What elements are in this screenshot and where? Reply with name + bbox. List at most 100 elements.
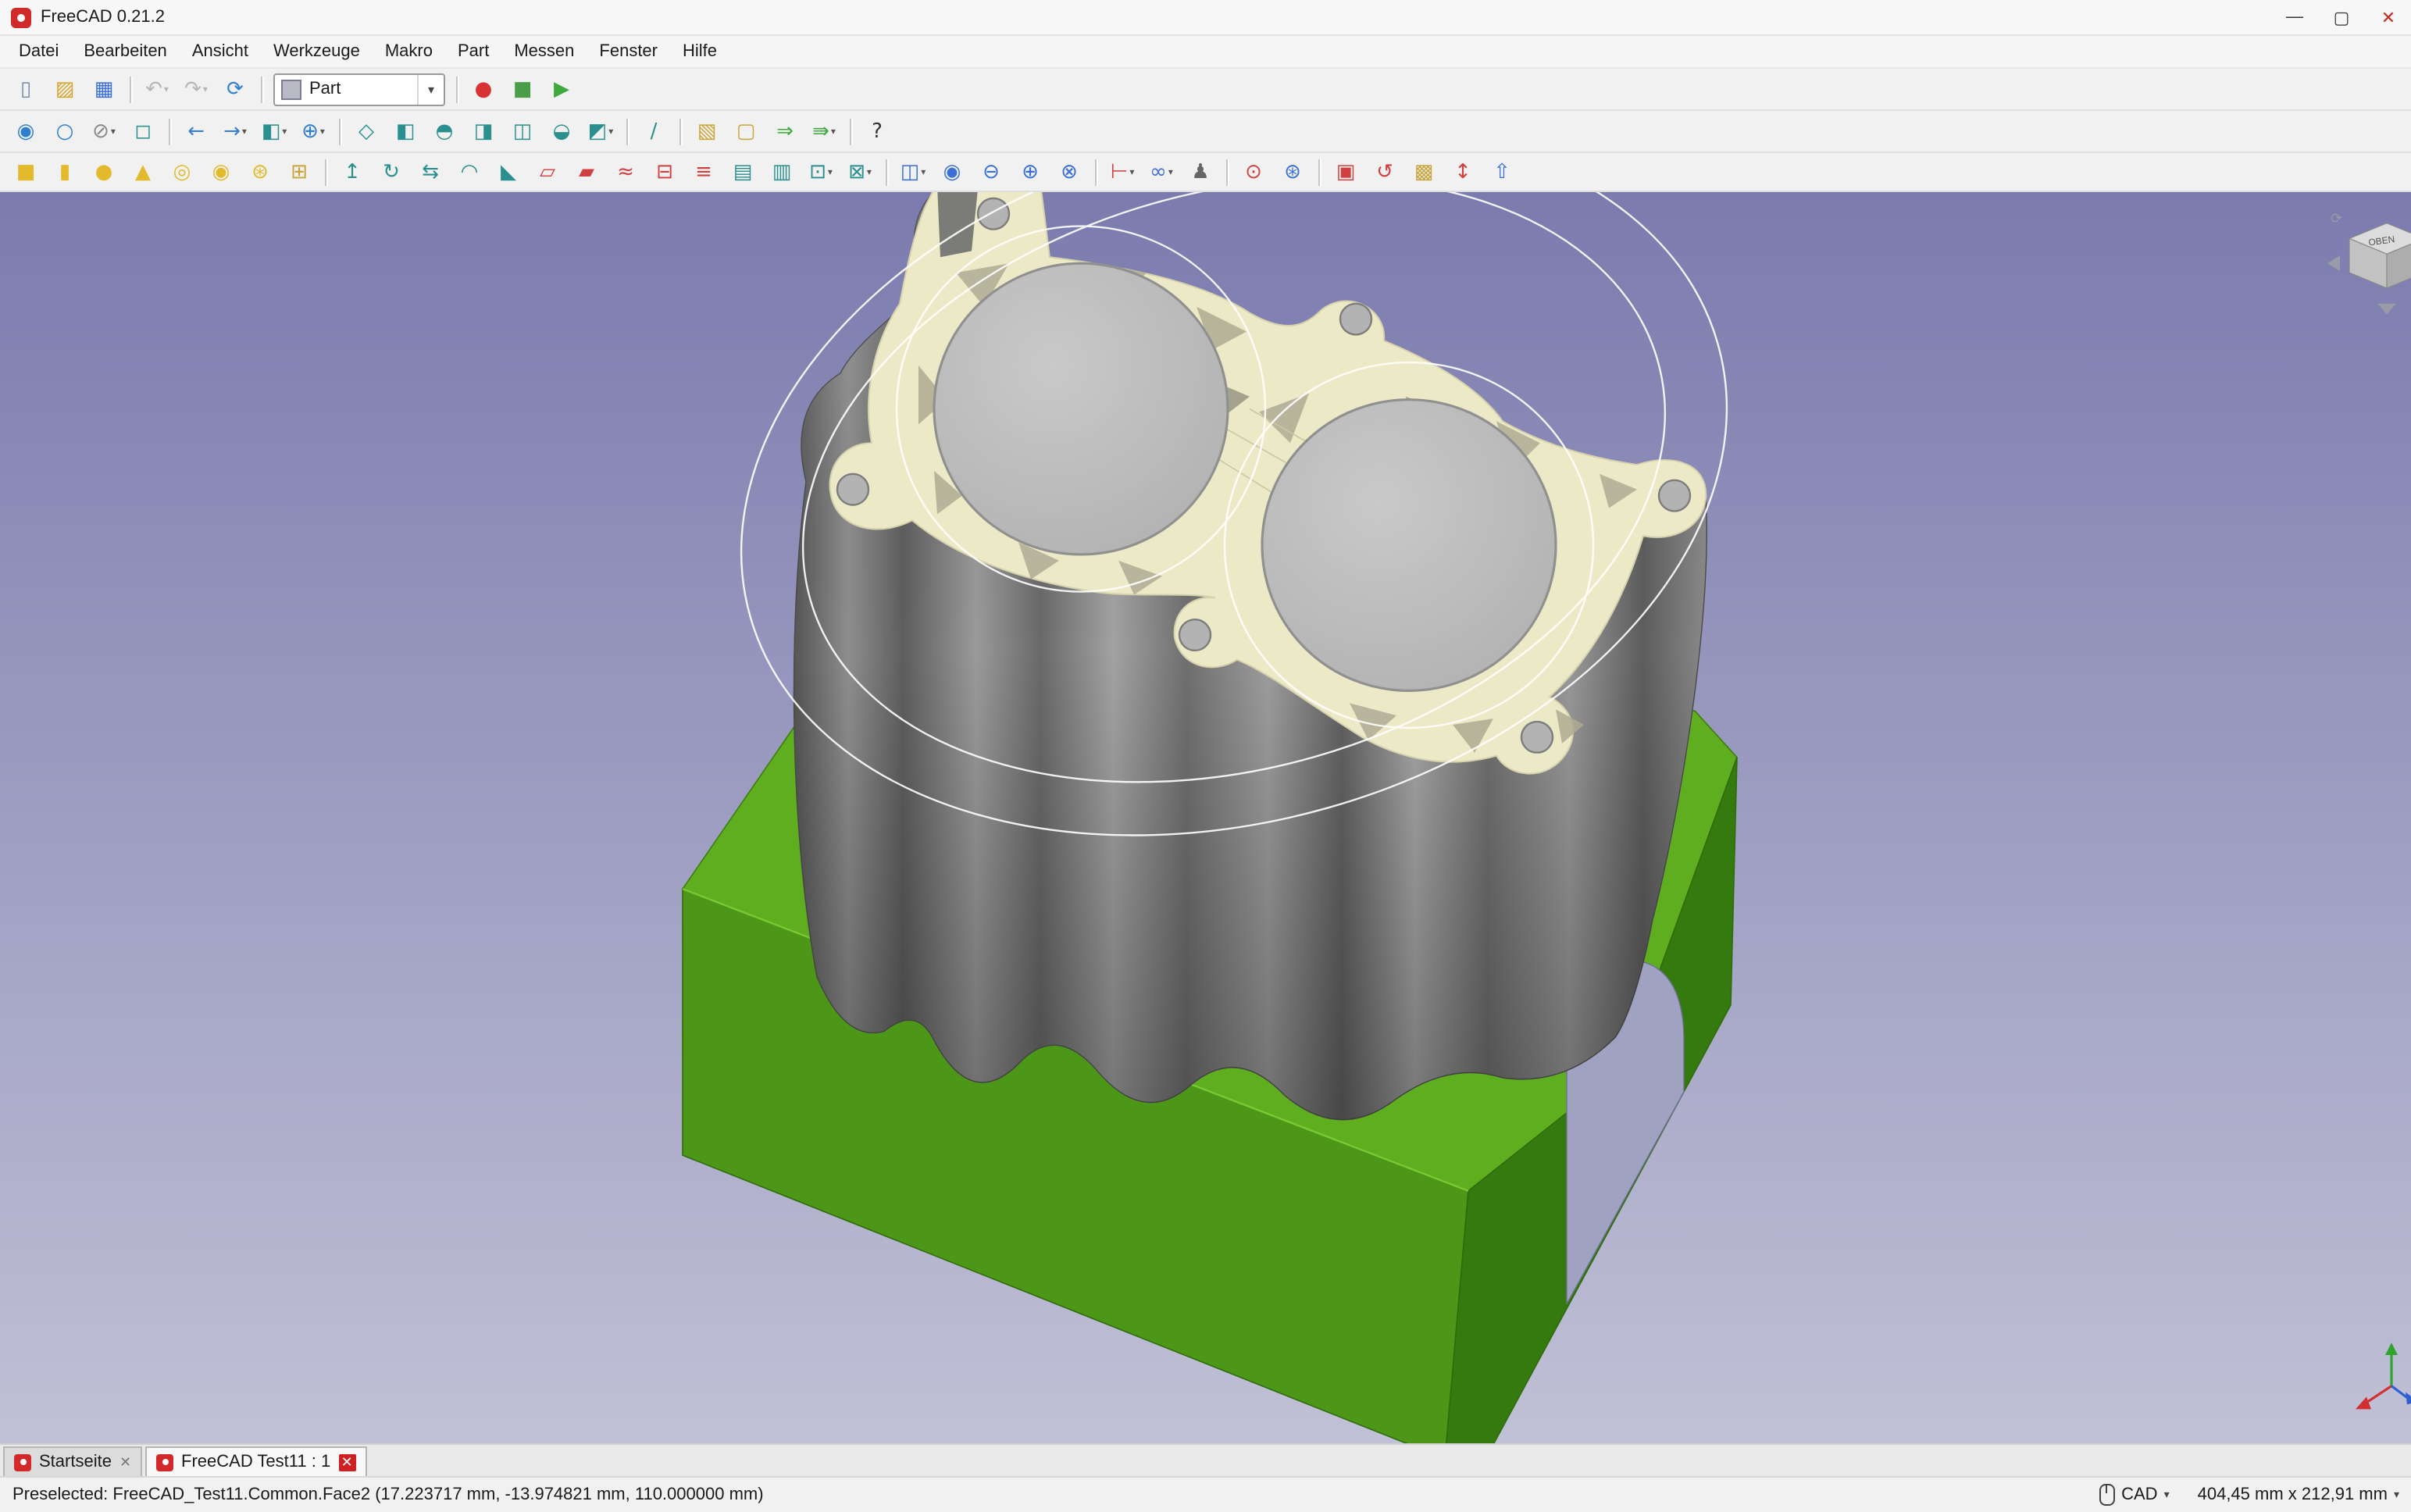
connect-objects-button[interactable]: ∞▾ bbox=[1142, 155, 1181, 188]
maximize-button[interactable]: ▢ bbox=[2318, 0, 2365, 34]
file-toolbar: ▯▨▦ ↶▾↷▾⟳ Part ▾ ●■▶ bbox=[0, 69, 2411, 111]
bounding-box-button[interactable]: ◻ bbox=[123, 115, 162, 148]
link-navigation-button[interactable]: ◧▾ bbox=[255, 115, 294, 148]
create-part-button[interactable]: ▧ bbox=[687, 115, 726, 148]
menu-ansicht[interactable]: Ansicht bbox=[180, 39, 261, 64]
nav-back-button[interactable]: ← bbox=[177, 115, 216, 148]
fillet-button[interactable]: ◠ bbox=[450, 155, 489, 188]
menu-makro[interactable]: Makro bbox=[373, 39, 445, 64]
intersection-button[interactable]: ⊗ bbox=[1050, 155, 1089, 188]
create-group-button[interactable]: ▢ bbox=[726, 115, 765, 148]
extrude-button[interactable]: ↥ bbox=[333, 155, 372, 188]
revolve-button[interactable]: ↻ bbox=[372, 155, 411, 188]
migrate-shape-button[interactable]: ⇧ bbox=[1482, 155, 1521, 188]
title-bar: FreeCAD 0.21.2 — ▢ ✕ bbox=[0, 0, 2411, 36]
3d-viewport[interactable]: OBEN ⟳ bbox=[0, 192, 2411, 1443]
document-tab-bar: Startseite ✕ FreeCAD Test11 : 1 ✕ bbox=[0, 1443, 2411, 1476]
nav-forward-button[interactable]: →▾ bbox=[216, 115, 255, 148]
view-left-button[interactable]: ◩▾ bbox=[581, 115, 620, 148]
cylinder-bore-1[interactable] bbox=[934, 263, 1228, 555]
tab-close-icon[interactable]: ✕ bbox=[119, 1453, 131, 1471]
reverse-shapes-button[interactable]: ↺ bbox=[1365, 155, 1404, 188]
box-button[interactable]: ■ bbox=[6, 155, 45, 188]
thickness-button[interactable]: ⊡▾ bbox=[801, 155, 840, 188]
sphere-button[interactable]: ● bbox=[84, 155, 123, 188]
union-button[interactable]: ⊕ bbox=[1011, 155, 1050, 188]
whats-this-button[interactable]: ? bbox=[858, 115, 897, 148]
view-right-button[interactable]: ◨ bbox=[464, 115, 503, 148]
inspect-shape-button[interactable]: ⊛ bbox=[1273, 155, 1312, 188]
navigation-style-selector[interactable]: CAD ▾ bbox=[2099, 1484, 2170, 1506]
primitives-button[interactable]: ⊛ bbox=[241, 155, 280, 188]
macro-play-button[interactable]: ▶ bbox=[542, 73, 581, 105]
scale-shape-button[interactable]: ↕ bbox=[1443, 155, 1482, 188]
view-bottom-button[interactable]: ◒ bbox=[542, 115, 581, 148]
tab-close-icon[interactable]: ✕ bbox=[338, 1453, 355, 1471]
view-rear-button[interactable]: ◫ bbox=[503, 115, 542, 148]
make-link-button[interactable]: ⇒ bbox=[765, 115, 804, 148]
toolbar-separator bbox=[169, 118, 170, 144]
macro-buttons: ●■▶ bbox=[464, 73, 581, 105]
sweep-button[interactable]: ≈ bbox=[606, 155, 645, 188]
minimize-button[interactable]: — bbox=[2271, 0, 2318, 34]
refresh-button[interactable]: ⟳ bbox=[216, 73, 255, 105]
check-geometry-button[interactable]: ⊙ bbox=[1234, 155, 1273, 188]
section-button[interactable]: ⊟ bbox=[645, 155, 684, 188]
close-button[interactable]: ✕ bbox=[2365, 0, 2411, 34]
defeaturing-button[interactable]: ♟ bbox=[1181, 155, 1220, 188]
menu-datei[interactable]: Datei bbox=[6, 39, 71, 64]
macro-stop-button[interactable]: ■ bbox=[503, 73, 542, 105]
cylinder-bore-2[interactable] bbox=[1262, 400, 1556, 691]
chevron-down-icon: ▾ bbox=[2394, 1489, 2399, 1501]
shape-builder-button[interactable]: ⊞ bbox=[280, 155, 319, 188]
torus-button[interactable]: ◎ bbox=[162, 155, 202, 188]
loft-button[interactable]: ▰ bbox=[567, 155, 606, 188]
menu-bar: DateiBearbeitenAnsichtWerkzeugeMakroPart… bbox=[0, 36, 2411, 69]
menu-messen[interactable]: Messen bbox=[501, 39, 587, 64]
mirror-button[interactable]: ⇆ bbox=[411, 155, 450, 188]
macro-record-button[interactable]: ● bbox=[464, 73, 503, 105]
fit-all-button[interactable]: ◉ bbox=[6, 115, 45, 148]
cylinder-button[interactable]: ▮ bbox=[45, 155, 84, 188]
offset-2d-button[interactable]: ▥ bbox=[762, 155, 801, 188]
open-file-button[interactable]: ▨ bbox=[45, 73, 84, 105]
tab-startseite[interactable]: Startseite ✕ bbox=[3, 1446, 142, 1476]
split-tools-button[interactable]: ⊢▾ bbox=[1103, 155, 1142, 188]
new-file-button[interactable]: ▯ bbox=[6, 73, 45, 105]
save-button[interactable]: ▦ bbox=[84, 73, 123, 105]
cone-button[interactable]: ▲ bbox=[123, 155, 162, 188]
cut-button[interactable]: ⊖ bbox=[972, 155, 1011, 188]
zoom-button[interactable]: ⊕▾ bbox=[294, 115, 333, 148]
menu-hilfe[interactable]: Hilfe bbox=[670, 39, 729, 64]
redo-button[interactable]: ↷▾ bbox=[177, 73, 216, 105]
cross-sections-button[interactable]: ≡ bbox=[684, 155, 723, 188]
viewport-dimensions[interactable]: 404,45 mm x 212,91 mm ▾ bbox=[2198, 1485, 2399, 1504]
chamfer-button[interactable]: ◣ bbox=[489, 155, 528, 188]
axonometric-view-button[interactable]: ◇ bbox=[347, 115, 386, 148]
fit-selection-button[interactable]: ○ bbox=[45, 115, 84, 148]
window-controls: — ▢ ✕ bbox=[2271, 0, 2411, 34]
make-link-group-button[interactable]: ⇛▾ bbox=[804, 115, 843, 148]
projection-on-surface-button[interactable]: ⊠▾ bbox=[840, 155, 879, 188]
tube-button[interactable]: ◉ bbox=[202, 155, 241, 188]
menu-werkzeuge[interactable]: Werkzeuge bbox=[261, 39, 373, 64]
toolbar-separator bbox=[456, 76, 458, 102]
draw-style-button[interactable]: ⊘▾ bbox=[84, 115, 123, 148]
color-per-face-button[interactable]: ▩ bbox=[1404, 155, 1443, 188]
part-toolbar: ■▮●▲◎◉⊛⊞↥↻⇆◠◣▱▰≈⊟≡▤▥⊡▾⊠▾◫▾◉⊖⊕⊗⊢▾∞▾♟⊙⊛▣↺▩… bbox=[0, 153, 2411, 192]
menu-fenster[interactable]: Fenster bbox=[587, 39, 670, 64]
view-top-button[interactable]: ◓ bbox=[425, 115, 464, 148]
dropdown-arrow-icon: ▾ bbox=[921, 166, 926, 177]
convert-to-solid-button[interactable]: ▣ bbox=[1326, 155, 1365, 188]
boolean-button[interactable]: ◉ bbox=[933, 155, 972, 188]
ruled-surface-button[interactable]: ▱ bbox=[528, 155, 567, 188]
view-front-button[interactable]: ◧ bbox=[386, 115, 425, 148]
tab-freecad-test11[interactable]: FreeCAD Test11 : 1 ✕ bbox=[145, 1446, 366, 1476]
measure-button[interactable]: ∕ bbox=[634, 115, 673, 148]
workbench-selector[interactable]: Part ▾ bbox=[273, 73, 445, 105]
undo-button[interactable]: ↶▾ bbox=[137, 73, 177, 105]
menu-part[interactable]: Part bbox=[445, 39, 501, 64]
offset-3d-button[interactable]: ▤ bbox=[723, 155, 762, 188]
menu-bearbeiten[interactable]: Bearbeiten bbox=[71, 39, 179, 64]
compound-tools-button[interactable]: ◫▾ bbox=[893, 155, 933, 188]
